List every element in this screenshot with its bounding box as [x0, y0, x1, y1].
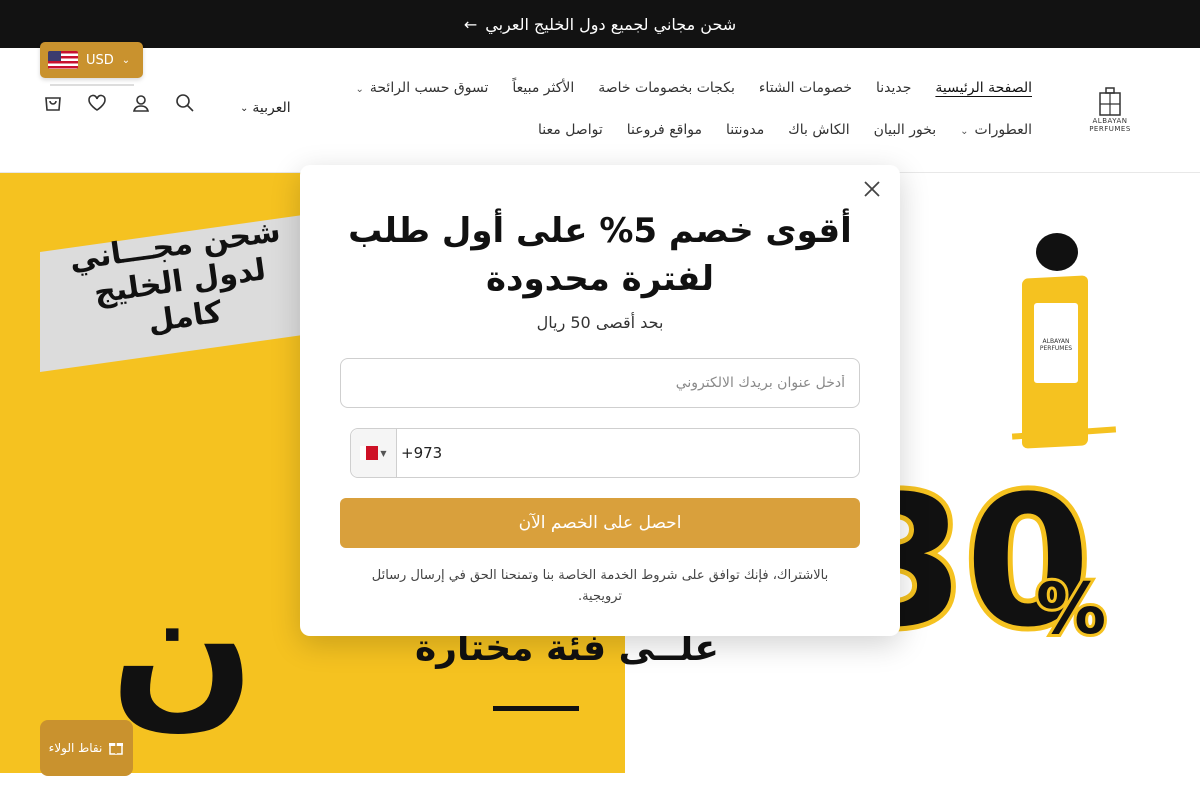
phone-input[interactable]: [397, 430, 859, 476]
nav-item-label: العطورات: [974, 122, 1032, 138]
chevron-down-icon: ⌄: [240, 102, 249, 114]
country-selector[interactable]: ▼: [351, 429, 397, 477]
heart-icon[interactable]: [84, 90, 110, 116]
nav-item-perfumes[interactable]: العطورات ⌄: [960, 122, 1032, 138]
cart-icon[interactable]: [40, 90, 66, 116]
chevron-down-icon: ⌄: [355, 84, 364, 95]
account-icon[interactable]: [128, 90, 154, 116]
bahrain-flag-icon: [360, 446, 379, 460]
gift-icon: [108, 739, 124, 758]
hero-underline: [493, 706, 579, 711]
get-discount-button[interactable]: احصل على الخصم الآن: [340, 498, 860, 548]
logo-mark-icon: [1099, 87, 1121, 116]
nav-item-cashback[interactable]: الكاش باك: [788, 122, 849, 138]
popup-title: أقوى خصم 5% على أول طلب لفترة محدودة: [348, 211, 852, 299]
logo-text: PERFUMES: [1089, 125, 1131, 133]
phone-field: ▼: [350, 428, 860, 478]
header-icons: [40, 90, 198, 116]
nav-item-label: تسوق حسب الرائحة: [369, 80, 489, 96]
bottle-cap: [1036, 233, 1078, 271]
chevron-down-icon: ⌄: [960, 126, 969, 137]
caret-down-icon: ▼: [380, 448, 387, 458]
terms-text: بالاشتراك، فإنك توافق على شروط الخدمة ال…: [371, 568, 829, 604]
nav-item-incense[interactable]: بخور البيان: [874, 122, 937, 138]
site-logo[interactable]: ALBAYAN PERFUMES: [1086, 87, 1134, 135]
nav-item-branches[interactable]: مواقع فروعنا: [627, 122, 702, 138]
nav-item-blog[interactable]: مدونتنا: [726, 122, 764, 138]
chevron-down-icon: ⌄: [121, 54, 131, 66]
us-flag-icon: [48, 51, 78, 69]
bottle-label: ALBAYAN PERFUMES: [1034, 303, 1078, 383]
currency-selector[interactable]: USD ⌄: [40, 42, 143, 78]
perfume-bottle-image: ALBAYAN PERFUMES: [1020, 233, 1090, 449]
nav-item-bestsellers[interactable]: الأكثر مبيعاً: [512, 80, 574, 96]
close-icon[interactable]: [860, 177, 884, 201]
search-icon[interactable]: [172, 90, 198, 116]
hero-percent-sign: %: [1033, 565, 1109, 653]
nav-item-home[interactable]: الصفحة الرئيسية: [935, 80, 1032, 96]
loyalty-points-button[interactable]: نقاط الولاء: [40, 720, 133, 776]
currency-code: USD: [86, 52, 114, 68]
nav-item-shop-by-scent[interactable]: تسوق حسب الرائحة ⌄: [355, 80, 488, 96]
announcement-text: شحن مجاني لجميع دول الخليج العربي: [485, 14, 737, 34]
announcement-bar: شحن مجاني لجميع دول الخليج العربي ←: [0, 0, 1200, 48]
nav-item-winter-sale[interactable]: خصومات الشتاء: [759, 80, 852, 96]
logo-text: ALBAYAN: [1092, 117, 1128, 125]
email-field[interactable]: [340, 358, 860, 408]
nav-item-new[interactable]: جديدنا: [876, 80, 911, 96]
language-selector[interactable]: العربية ⌄: [240, 100, 291, 116]
language-label: العربية: [252, 100, 291, 116]
nav-item-bundles[interactable]: بكجات بخصومات خاصة: [598, 80, 735, 96]
hero-big-glyph: ن: [110, 549, 256, 747]
arrow-left-icon[interactable]: ←: [464, 15, 477, 34]
loyalty-label: نقاط الولاء: [48, 741, 103, 755]
discount-popup: أقوى خصم 5% على أول طلب لفترة محدودة بحد…: [300, 165, 900, 636]
popup-subtitle: بحد أقصى 50 ريال: [536, 313, 664, 332]
nav-item-contact[interactable]: تواصل معنا: [538, 122, 603, 138]
divider: [50, 84, 134, 86]
nav-row-2: العطورات⌄ بخور البيان الكاش باك مدونتنا …: [538, 122, 1032, 138]
nav-row-1: الصفحة الرئيسية جديدنا خصومات الشتاء بكج…: [355, 80, 1032, 96]
